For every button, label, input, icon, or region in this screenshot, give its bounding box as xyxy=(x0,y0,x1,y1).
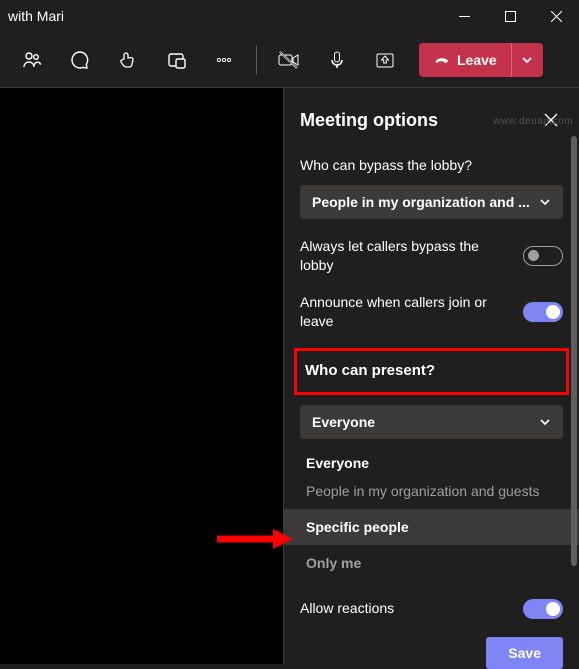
panel-scrollbar[interactable] xyxy=(571,136,577,566)
leave-button[interactable]: Leave xyxy=(419,43,511,77)
meeting-options-panel: Meeting options Who can bypass the lobby… xyxy=(283,88,579,664)
minimize-button[interactable] xyxy=(441,0,487,32)
option-only-me[interactable]: Only me xyxy=(284,545,579,581)
chevron-down-icon xyxy=(539,416,551,428)
reactions-button[interactable] xyxy=(106,40,150,80)
panel-title: Meeting options xyxy=(300,110,438,131)
announce-label: Announce when callers join or leave xyxy=(300,293,523,331)
rooms-button[interactable] xyxy=(154,40,198,80)
window-controls xyxy=(441,0,579,32)
bypass-lobby-select[interactable]: People in my organization and ... xyxy=(300,185,563,219)
bypass-lobby-value: People in my organization and ... xyxy=(312,194,530,210)
window-titlebar: with Mari xyxy=(0,0,579,32)
hangup-icon xyxy=(433,51,451,69)
toolbar-divider xyxy=(256,46,257,74)
call-toolbar: Leave xyxy=(0,32,579,88)
meeting-stage xyxy=(0,88,283,664)
leave-caret-button[interactable] xyxy=(511,43,543,77)
always-let-row: Always let callers bypass the lobby xyxy=(300,237,563,275)
window-title: with Mari xyxy=(8,8,64,24)
option-everyone-sub: People in my organization and guests xyxy=(284,481,579,509)
reactions-label: Allow reactions xyxy=(300,599,523,618)
mic-button[interactable] xyxy=(315,40,359,80)
close-window-button[interactable] xyxy=(533,0,579,32)
option-specific-people[interactable]: Specific people xyxy=(284,509,579,545)
always-let-toggle[interactable] xyxy=(523,246,563,266)
watermark: www.deuag.com xyxy=(493,116,573,127)
present-value: Everyone xyxy=(312,414,375,430)
present-label-highlight: Who can present? xyxy=(294,348,569,394)
leave-button-group: Leave xyxy=(419,43,543,77)
share-button[interactable] xyxy=(363,40,407,80)
reactions-toggle[interactable] xyxy=(523,599,563,619)
bypass-lobby-label: Who can bypass the lobby? xyxy=(300,156,563,175)
announce-toggle[interactable] xyxy=(523,302,563,322)
main-area: Meeting options Who can bypass the lobby… xyxy=(0,88,579,664)
chevron-down-icon xyxy=(539,196,551,208)
maximize-button[interactable] xyxy=(487,0,533,32)
present-select[interactable]: Everyone xyxy=(300,405,563,439)
always-let-label: Always let callers bypass the lobby xyxy=(300,237,523,275)
reactions-row: Allow reactions xyxy=(300,599,563,619)
camera-button[interactable] xyxy=(267,40,311,80)
people-button[interactable] xyxy=(10,40,54,80)
present-dropdown: Everyone People in my organization and g… xyxy=(284,445,579,581)
leave-label: Leave xyxy=(457,52,497,68)
present-label: Who can present? xyxy=(305,361,558,381)
chevron-down-icon xyxy=(521,54,533,66)
announce-row: Announce when callers join or leave xyxy=(300,293,563,331)
more-button[interactable] xyxy=(202,40,246,80)
option-everyone[interactable]: Everyone xyxy=(284,445,579,481)
chat-button[interactable] xyxy=(58,40,102,80)
